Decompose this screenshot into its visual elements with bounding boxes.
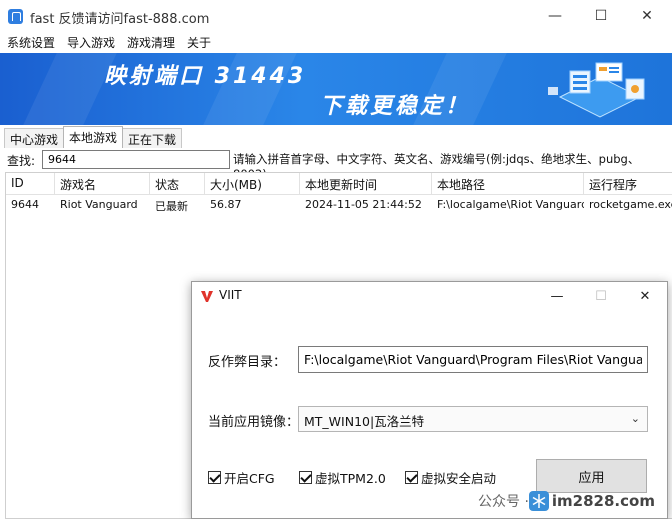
menu-bar: 系统设置 导入游戏 游戏清理 关于 bbox=[0, 32, 672, 52]
column-game-name[interactable]: 游戏名 bbox=[55, 173, 150, 195]
cell-size: 56.87 bbox=[210, 198, 242, 211]
viit-dialog: VIIT — ☐ ✕ 反作弊目录： 当前应用镜像： MT_WIN10|瓦洛兰特 … bbox=[191, 281, 668, 519]
image-select[interactable]: MT_WIN10|瓦洛兰特 ⌄ bbox=[298, 406, 648, 432]
tab-downloading[interactable]: 正在下载 bbox=[122, 128, 183, 148]
chevron-down-icon: ⌄ bbox=[630, 412, 640, 425]
checkbox-checked-icon bbox=[208, 471, 221, 484]
cell-executable: rocketgame.exe bbox=[589, 198, 672, 211]
column-local-path[interactable]: 本地路径 bbox=[432, 173, 584, 195]
image-label: 当前应用镜像： bbox=[208, 415, 300, 430]
watermark-text: 公众号 · bbox=[478, 494, 529, 510]
column-size[interactable]: 大小(MB) bbox=[205, 173, 300, 195]
menu-import-game[interactable]: 导入游戏 bbox=[61, 32, 121, 52]
app-icon bbox=[8, 9, 23, 24]
search-row: 查找: 请输入拼音首字母、中文字符、英文名、游戏编号(例:jdqs、绝地求生、p… bbox=[0, 149, 672, 181]
cell-id: 9644 bbox=[11, 198, 39, 211]
checkbox-checked-icon bbox=[299, 471, 312, 484]
column-id[interactable]: ID bbox=[6, 173, 55, 195]
cell-status: 已最新 bbox=[155, 200, 188, 213]
minimize-button[interactable]: — bbox=[532, 0, 578, 32]
window-title: fast 反馈请访问fast-888.com bbox=[30, 12, 210, 27]
close-button[interactable]: ✕ bbox=[624, 0, 670, 32]
table-header: ID 游戏名 状态 大小(MB) 本地更新时间 本地路径 运行程序 bbox=[6, 173, 672, 195]
dialog-minimize-button[interactable]: — bbox=[535, 282, 579, 310]
search-input[interactable] bbox=[42, 150, 230, 169]
banner-subline: 下载更稳定！ bbox=[320, 94, 471, 119]
cfg-checkbox-label: 开启CFG bbox=[224, 471, 275, 486]
dialog-title: VIIT bbox=[219, 288, 242, 302]
cell-local-path: F:\localgame\Riot Vanguard\ bbox=[437, 198, 584, 211]
anticheat-dir-input[interactable] bbox=[298, 346, 648, 373]
table-row[interactable]: 9644 Riot Vanguard 已最新 56.87 2024-11-05 … bbox=[6, 195, 672, 215]
snowflake-icon bbox=[528, 491, 549, 511]
watermark: 公众号 · im2828.com bbox=[478, 489, 655, 513]
watermark-site: im2828.com bbox=[551, 492, 655, 510]
cell-game-name: Riot Vanguard bbox=[60, 198, 138, 211]
banner-headline: 映射端口 31443 bbox=[104, 64, 307, 89]
tpm-checkbox[interactable]: 虚拟TPM2.0 bbox=[299, 468, 386, 487]
viit-logo-icon bbox=[201, 291, 213, 302]
dialog-maximize-button[interactable]: ☐ bbox=[579, 282, 623, 310]
secure-boot-checkbox-label: 虚拟安全启动 bbox=[421, 471, 497, 486]
secure-boot-checkbox[interactable]: 虚拟安全启动 bbox=[405, 468, 496, 487]
server-illustration-icon bbox=[548, 62, 645, 118]
checkbox-checked-icon bbox=[405, 471, 418, 484]
column-status[interactable]: 状态 bbox=[150, 173, 205, 195]
tab-center-games[interactable]: 中心游戏 bbox=[4, 128, 65, 148]
dialog-title-bar[interactable]: VIIT — ☐ ✕ bbox=[192, 282, 667, 310]
column-update-time[interactable]: 本地更新时间 bbox=[300, 173, 432, 195]
anticheat-dir-label: 反作弊目录： bbox=[208, 355, 287, 370]
image-select-value: MT_WIN10|瓦洛兰特 bbox=[304, 414, 425, 429]
tab-local-games[interactable]: 本地游戏 bbox=[63, 126, 124, 148]
menu-game-cleanup[interactable]: 游戏清理 bbox=[121, 32, 181, 52]
tab-bar: 中心游戏 本地游戏 正在下载 bbox=[4, 126, 183, 148]
promo-banner[interactable]: 映射端口 31443 下载更稳定！ bbox=[0, 53, 672, 125]
column-executable[interactable]: 运行程序 bbox=[584, 173, 672, 195]
apply-button[interactable]: 应用 bbox=[536, 459, 647, 493]
cfg-checkbox[interactable]: 开启CFG bbox=[208, 468, 275, 487]
menu-about[interactable]: 关于 bbox=[181, 32, 217, 52]
dialog-close-button[interactable]: ✕ bbox=[623, 282, 667, 310]
menu-system-settings[interactable]: 系统设置 bbox=[0, 32, 61, 52]
tpm-checkbox-label: 虚拟TPM2.0 bbox=[315, 471, 386, 486]
cell-update-time: 2024-11-05 21:44:52 bbox=[305, 198, 422, 211]
title-bar: fast 反馈请访问fast-888.com — ☐ ✕ bbox=[0, 0, 672, 32]
search-label: 查找: bbox=[7, 154, 36, 168]
maximize-button[interactable]: ☐ bbox=[578, 0, 624, 32]
